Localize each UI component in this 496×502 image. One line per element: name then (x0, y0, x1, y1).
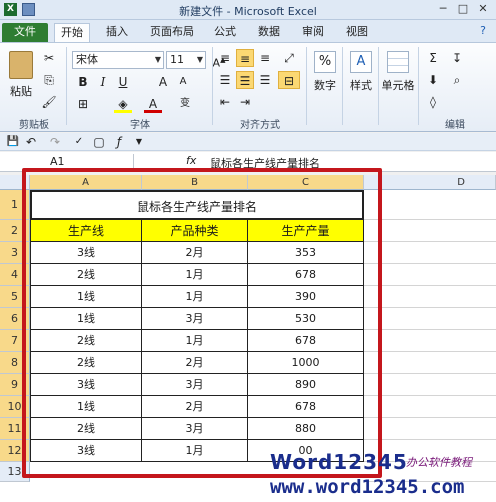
clear-icon[interactable]: ◊ (424, 93, 442, 111)
cut-icon[interactable]: ✂ (40, 49, 58, 67)
phonetic-icon[interactable]: 变 (176, 95, 194, 113)
orientation-icon[interactable]: ⤢ (280, 49, 298, 67)
gridline (364, 329, 496, 330)
watermark-url: www.word12345.com (270, 476, 465, 498)
number-format-button[interactable]: % 数字 (310, 49, 340, 109)
group-divider (306, 47, 307, 125)
copy-icon[interactable]: ⎘ (40, 71, 58, 89)
paste-label: 粘贴 (10, 85, 32, 98)
gridline (364, 307, 496, 308)
font-color-icon[interactable]: A (144, 95, 162, 113)
redo-icon[interactable]: ↷ (46, 133, 64, 151)
gridline (364, 219, 496, 220)
column-header-d[interactable]: D (364, 175, 496, 190)
print-preview-icon[interactable]: ▢ (90, 133, 108, 151)
chevron-down-icon: ▼ (196, 55, 203, 64)
font-name-value: 宋体 (76, 53, 98, 66)
align-center-icon[interactable]: ☰ (236, 71, 254, 89)
quick-access-toolbar: 💾 ↶ ↷ ✓ ▢ ƒ ▼ (0, 133, 496, 151)
group-divider (378, 47, 379, 125)
shrink-font-size-icon[interactable]: A (174, 73, 192, 91)
tab-insert[interactable]: 插入 (100, 23, 134, 42)
font-size-value: 11 (170, 53, 184, 66)
font-name-select[interactable]: 宋体 ▼ (72, 51, 164, 69)
styles-label: 样式 (350, 79, 372, 92)
title-bar: X 新建文件 - Microsoft Excel ─ □ ✕ (0, 0, 496, 20)
align-left-icon[interactable]: ☰ (216, 71, 234, 89)
cells-label: 单元格 (381, 79, 415, 92)
tab-page-layout[interactable]: 页面布局 (144, 23, 200, 42)
styles-button[interactable]: A 样式 (346, 49, 376, 109)
find-select-icon[interactable]: ⌕ (448, 71, 466, 89)
tab-data[interactable]: 数据 (252, 23, 286, 42)
align-bottom-icon[interactable]: ≡ (256, 49, 274, 67)
cells-icon (387, 51, 409, 73)
help-icon[interactable]: ? (476, 24, 490, 38)
align-right-icon[interactable]: ☰ (256, 71, 274, 89)
gridline (364, 395, 496, 396)
decrease-indent-icon[interactable]: ⇤ (216, 93, 234, 111)
chevron-down-icon: ▼ (154, 55, 161, 64)
gridline (364, 351, 496, 352)
increase-indent-icon[interactable]: ⇥ (236, 93, 254, 111)
borders-icon[interactable]: ⊞ (74, 95, 92, 113)
window-title: 新建文件 - Microsoft Excel (179, 5, 317, 18)
font-size-select[interactable]: 11 ▼ (166, 51, 206, 69)
fill-icon[interactable]: ⬇ (424, 71, 442, 89)
autosum-icon[interactable]: Σ (424, 49, 442, 67)
clipboard-group-label: 剪贴板 (19, 120, 49, 131)
italic-button[interactable]: I (94, 73, 112, 91)
function-icon[interactable]: fx (186, 154, 196, 167)
paste-icon (9, 51, 33, 79)
tab-formulas[interactable]: 公式 (208, 23, 242, 42)
sort-filter-icon[interactable]: ↧ (448, 49, 466, 67)
font-group-label: 字体 (130, 120, 150, 131)
bold-button[interactable]: B (74, 73, 92, 91)
tab-file[interactable]: 文件 (2, 23, 48, 42)
gridline (364, 373, 496, 374)
group-divider (418, 47, 419, 125)
watermark-tag: 办公软件教程 (406, 456, 472, 469)
group-divider (342, 47, 343, 125)
paste-button[interactable]: 粘贴 (6, 49, 36, 105)
format-painter-icon[interactable]: 🖌 (40, 93, 58, 111)
undo-icon[interactable]: ↶ (22, 133, 40, 151)
merge-center-icon[interactable]: ⊟ (278, 71, 300, 89)
gridline (364, 285, 496, 286)
gridline (364, 417, 496, 418)
ribbon: 粘贴 ✂ ⎘ 🖌 剪贴板 宋体 ▼ 11 ▼ A▲ B I U A A ⊞ ◈ … (0, 42, 496, 132)
tab-view[interactable]: 视图 (340, 23, 374, 42)
tab-review[interactable]: 审阅 (296, 23, 330, 42)
watermark-brand: Word12345 (270, 450, 408, 474)
watermark: Word12345 办公软件教程 www.word12345.com (270, 448, 496, 502)
customize-toolbar-icon[interactable]: ▼ (130, 133, 148, 151)
grow-font-size-icon[interactable]: A (154, 73, 172, 91)
cells-button[interactable]: 单元格 (380, 49, 416, 109)
editing-group-label: 编辑 (445, 120, 465, 131)
align-middle-icon[interactable]: ≡ (236, 49, 254, 67)
gridline (364, 263, 496, 264)
align-top-icon[interactable]: ≡ (216, 49, 234, 67)
highlight-frame (22, 168, 382, 478)
group-divider (66, 47, 67, 125)
alignment-group-label: 对齐方式 (240, 120, 280, 131)
fill-color-icon[interactable]: ◈ (114, 95, 132, 113)
styles-icon: A (350, 51, 372, 73)
minimize-icon[interactable]: ─ (436, 2, 450, 16)
maximize-icon[interactable]: □ (456, 2, 470, 16)
gridline (364, 439, 496, 440)
percent-icon: % (314, 51, 336, 73)
insert-function-icon[interactable]: ƒ (110, 133, 128, 151)
ribbon-tabs: 文件 开始 插入 页面布局 公式 数据 审阅 视图 ? (0, 20, 496, 42)
underline-button[interactable]: U (114, 73, 132, 91)
spelling-icon[interactable]: ✓ (70, 133, 88, 151)
tab-home[interactable]: 开始 (54, 23, 90, 42)
gridline (364, 241, 496, 242)
group-divider (212, 47, 213, 125)
save-icon[interactable]: 💾 (4, 133, 22, 151)
number-label: 数字 (314, 79, 336, 92)
close-icon[interactable]: ✕ (476, 2, 490, 16)
